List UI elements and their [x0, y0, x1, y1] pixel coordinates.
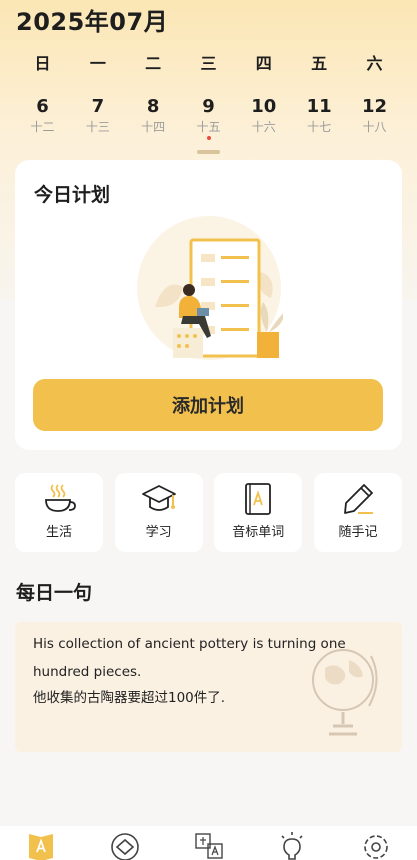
tag-icon — [110, 833, 139, 860]
lunar-date: 十二 — [30, 120, 55, 134]
tool-label: 学习 — [145, 525, 172, 540]
weekday-label: 四 — [255, 54, 272, 73]
month-title[interactable]: 2025年07月 — [16, 2, 168, 37]
tab-translate[interactable] — [192, 830, 226, 860]
date-cell[interactable]: 10 十六 — [236, 96, 291, 158]
date-cell-selected[interactable]: 9 十五 — [181, 96, 236, 158]
date-cell[interactable]: 8 十四 — [126, 96, 181, 158]
plan-illustration — [137, 216, 283, 360]
lunar-date: 十三 — [85, 120, 110, 134]
lunar-date: 十八 — [362, 120, 387, 134]
tool-notes-button[interactable]: 随手记 — [313, 473, 402, 552]
tab-tags[interactable] — [108, 830, 142, 860]
tool-life-button[interactable]: 生活 — [15, 473, 103, 552]
tab-home[interactable] — [24, 830, 58, 860]
sentence-chinese: 他收集的古陶器要超过100件了. — [33, 690, 226, 706]
date-number: 9 — [202, 96, 215, 117]
date-row: 6 十二 7 十三 8 十四 9 十五 10 十六 11 十七 12 十八 — [15, 96, 402, 158]
weekday-label: 日 — [34, 54, 51, 73]
weekday-label: 五 — [311, 54, 328, 73]
add-plan-button[interactable]: 添加计划 — [33, 379, 383, 431]
daily-sentence-card[interactable]: His collection of ancient pottery is tur… — [15, 622, 402, 752]
date-cell[interactable]: 11 十七 — [292, 96, 347, 158]
sentence-english: His collection of ancient pottery is tur… — [33, 636, 346, 680]
tab-ideas[interactable] — [275, 830, 309, 860]
tool-phonetics-button[interactable]: 音标单词 — [214, 473, 303, 552]
bottom-tab-bar — [0, 826, 417, 860]
weekday-label: 二 — [145, 54, 162, 73]
weekday-label: 三 — [200, 54, 217, 73]
lunar-date: 十七 — [307, 120, 332, 134]
date-number: 8 — [146, 96, 160, 117]
graduation-cap-icon — [141, 485, 176, 511]
selected-indicator — [196, 150, 220, 154]
lightbulb-icon — [281, 832, 303, 860]
date-cell[interactable]: 6 十二 — [15, 96, 70, 158]
daily-sentence-title: 每日一句 — [16, 582, 93, 604]
today-dot — [206, 136, 211, 140]
letter-a-book-icon — [29, 834, 53, 860]
weekday-label: 一 — [89, 54, 106, 73]
weekday-row: 日 一 二 三 四 五 六 — [15, 50, 402, 74]
date-number: 6 — [36, 96, 49, 117]
lunar-date: 十五 — [196, 120, 221, 134]
tool-shortcuts: 生活 学习 音标单词 随手记 — [15, 473, 402, 552]
tool-label: 随手记 — [338, 525, 378, 540]
settings-gear-icon — [364, 835, 388, 859]
date-cell[interactable]: 12 十八 — [347, 96, 402, 158]
pencil-icon — [344, 484, 373, 514]
date-number: 10 — [251, 96, 277, 117]
tool-study-button[interactable]: 学习 — [114, 473, 203, 552]
phonetic-book-icon — [245, 483, 272, 515]
date-number: 12 — [361, 96, 387, 117]
date-number: 11 — [306, 96, 332, 117]
tab-settings[interactable] — [359, 830, 393, 860]
tool-label: 生活 — [45, 525, 72, 540]
date-cell[interactable]: 7 十三 — [70, 96, 125, 158]
weekday-label: 六 — [366, 54, 383, 73]
date-number: 7 — [91, 96, 105, 117]
translate-icon — [194, 833, 223, 859]
lunar-date: 十四 — [141, 120, 166, 134]
today-plan-card: 今日计划 添加计划 — [15, 160, 402, 450]
tool-label: 音标单词 — [232, 525, 285, 540]
lunar-date: 十六 — [251, 120, 276, 134]
coffee-cup-icon — [45, 484, 76, 512]
plan-title: 今日计划 — [34, 184, 111, 206]
